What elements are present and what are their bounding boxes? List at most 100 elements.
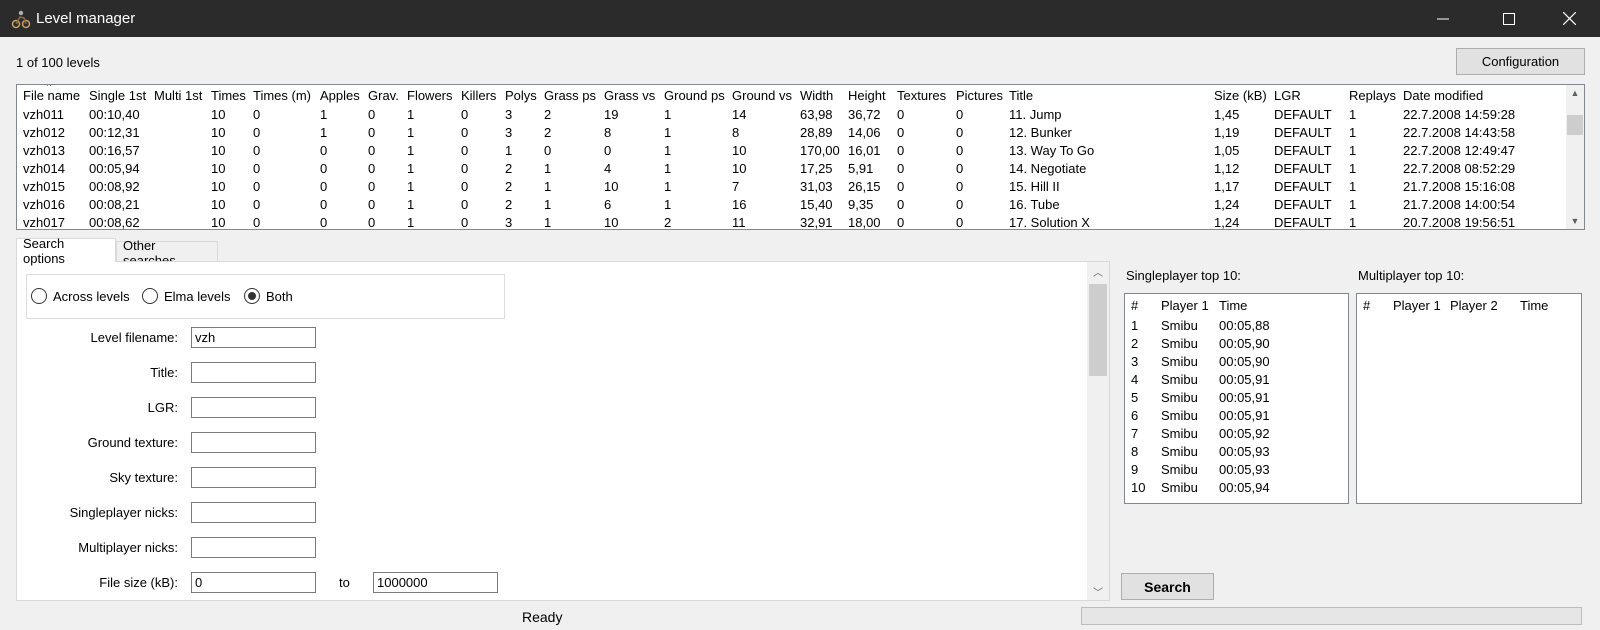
column-header[interactable]: Grass ps xyxy=(544,88,596,103)
radio-elma-levels[interactable]: Elma levels xyxy=(142,288,230,304)
ground-texture-input[interactable] xyxy=(191,432,316,453)
column-header[interactable]: Date modified xyxy=(1403,88,1483,103)
column-header[interactable]: Replays xyxy=(1349,88,1396,103)
table-cell: 22.7.2008 14:43:58 xyxy=(1403,125,1516,140)
table-row[interactable]: vzh012 00:12,31 10 0 1 0 1 0 3 2 8 1 8 28,89 14,06 0 0 12… xyxy=(17,123,1562,141)
list-column-header[interactable]: Time xyxy=(1520,298,1548,313)
list-column-header[interactable]: Player 2 xyxy=(1450,298,1498,313)
table-row[interactable]: vzh013 00:16,57 10 0 0 0 1 0 1 0 0 1 10 170,00 16,01 0 0… xyxy=(17,141,1562,159)
table-row[interactable]: vzh015 00:08,92 10 0 0 0 1 0 2 1 10 1 7 31,03 26,15 0 0 1… xyxy=(17,177,1562,195)
column-header[interactable]: Ground ps xyxy=(664,88,725,103)
list-column-header[interactable]: # xyxy=(1363,298,1370,313)
level-source-radio-group: Across levels Elma levels Both xyxy=(26,274,505,319)
column-header[interactable]: Apples xyxy=(320,88,360,103)
list-item[interactable]: 8 Smibu 00:05,93 xyxy=(1125,442,1348,460)
lgr-input[interactable] xyxy=(191,397,316,418)
column-header[interactable]: Times xyxy=(211,88,246,103)
column-header[interactable]: LGR xyxy=(1274,88,1301,103)
minimize-icon xyxy=(1437,18,1449,19)
sky-texture-input[interactable] xyxy=(191,467,316,488)
list-item[interactable]: 2 Smibu 00:05,90 xyxy=(1125,334,1348,352)
table-cell: 1,12 xyxy=(1214,161,1240,176)
panel-scroll-thumb[interactable] xyxy=(1089,284,1107,376)
table-cell: 20.7.2008 19:56:51 xyxy=(1403,215,1516,230)
status-text: Ready xyxy=(522,609,563,625)
table-cell: 1 xyxy=(664,161,672,176)
singleplayer-top10-list[interactable]: # Player 1 Time 1 Smibu 00:05,88 2 Smibu 00:05,9… xyxy=(1124,293,1349,504)
column-header[interactable]: Title xyxy=(1009,88,1033,103)
scroll-up-icon[interactable]: ▲ xyxy=(1566,85,1584,101)
file-size-from-input[interactable] xyxy=(191,572,316,593)
list-cell: 1 xyxy=(1131,318,1139,333)
multiplayer-top10-list[interactable]: # Player 1 Player 2 Time xyxy=(1356,293,1582,504)
column-header[interactable]: Pictures xyxy=(956,88,1003,103)
table-cell: 14 xyxy=(732,107,747,122)
tab-other-searches[interactable]: Other searches xyxy=(116,238,218,268)
panel-scrollbar[interactable]: ︿ ﹀ xyxy=(1087,262,1109,600)
list-item[interactable]: 5 Smibu 00:05,91 xyxy=(1125,388,1348,406)
column-header[interactable]: Single 1st xyxy=(89,88,146,103)
radio-both[interactable]: Both xyxy=(244,288,293,304)
list-cell: 7 xyxy=(1131,426,1139,441)
radio-across-levels[interactable]: Across levels xyxy=(31,288,130,304)
list-column-header[interactable]: Time xyxy=(1219,298,1247,313)
table-cell: 0 xyxy=(461,143,469,158)
list-cell: Smibu xyxy=(1161,318,1198,333)
column-header[interactable]: Polys xyxy=(505,88,537,103)
table-cell: vzh015 xyxy=(23,179,65,194)
configuration-button[interactable]: Configuration xyxy=(1456,48,1585,75)
list-column-header[interactable]: Player 1 xyxy=(1393,298,1441,313)
column-header[interactable]: Grass vs xyxy=(604,88,655,103)
table-cell: 1,05 xyxy=(1214,143,1240,158)
column-header[interactable]: Times (m) xyxy=(253,88,311,103)
grid-scroll-thumb[interactable] xyxy=(1567,115,1583,135)
column-header[interactable]: Textures xyxy=(897,88,946,103)
table-cell: 28,89 xyxy=(800,125,833,140)
list-item[interactable]: 9 Smibu 00:05,93 xyxy=(1125,460,1348,478)
scroll-up-icon[interactable]: ︿ xyxy=(1087,262,1109,280)
table-row[interactable]: vzh017 00:08,62 10 0 0 0 1 0 3 1 10 2 11 32,91 18,00 0 0… xyxy=(17,213,1562,230)
list-column-header[interactable]: Player 1 xyxy=(1161,298,1209,313)
maximize-button[interactable] xyxy=(1480,0,1538,37)
levels-grid[interactable]: File name Single 1st Multi 1st Times Times (… xyxy=(16,84,1585,230)
table-row[interactable]: vzh016 00:08,21 10 0 0 0 1 0 2 1 6 1 16 15,40 9,35 0 0 16… xyxy=(17,195,1562,213)
list-item[interactable]: 7 Smibu 00:05,92 xyxy=(1125,424,1348,442)
list-item[interactable]: 3 Smibu 00:05,90 xyxy=(1125,352,1348,370)
list-item[interactable]: 10 Smibu 00:05,94 xyxy=(1125,478,1348,496)
singleplayer-nicks-input[interactable] xyxy=(191,502,316,523)
column-header[interactable]: Killers xyxy=(461,88,496,103)
column-header[interactable]: Size (kB) xyxy=(1214,88,1267,103)
file-size-to-input[interactable] xyxy=(373,572,498,593)
column-header[interactable]: Height xyxy=(848,88,886,103)
list-item[interactable]: 4 Smibu 00:05,91 xyxy=(1125,370,1348,388)
close-button[interactable] xyxy=(1540,0,1598,37)
list-item[interactable]: 6 Smibu 00:05,91 xyxy=(1125,406,1348,424)
table-row[interactable]: vzh011 00:10,40 10 0 1 0 1 0 3 2 19 1 14 63,98 36,72 0 0… xyxy=(17,105,1562,123)
table-row[interactable]: vzh014 00:05,94 10 0 0 0 1 0 2 1 4 1 10 17,25 5,91 0 0 14… xyxy=(17,159,1562,177)
minimize-button[interactable] xyxy=(1414,0,1472,37)
column-header[interactable]: Width xyxy=(800,88,833,103)
column-header[interactable]: Flowers xyxy=(407,88,453,103)
table-cell: vzh014 xyxy=(23,161,65,176)
table-cell: 1 xyxy=(505,143,513,158)
table-cell: 1 xyxy=(1349,143,1357,158)
tab-search-options[interactable]: Search options xyxy=(16,236,116,266)
list-cell: Smibu xyxy=(1161,408,1198,423)
table-cell: 00:08,62 xyxy=(89,215,140,230)
level-filename-input[interactable] xyxy=(191,327,316,348)
scroll-down-icon[interactable]: ▼ xyxy=(1566,213,1584,229)
list-item[interactable]: 1 Smibu 00:05,88 xyxy=(1125,316,1348,334)
title-input[interactable] xyxy=(191,362,316,383)
list-cell: 00:05,92 xyxy=(1219,426,1270,441)
table-cell: 8 xyxy=(732,125,740,140)
column-header[interactable]: Multi 1st xyxy=(154,88,202,103)
grid-scrollbar[interactable]: ▲ ▼ xyxy=(1566,85,1584,229)
column-header[interactable]: Grav. xyxy=(368,88,399,103)
list-column-header[interactable]: # xyxy=(1131,298,1138,313)
column-header[interactable]: File name xyxy=(23,88,80,103)
column-header[interactable]: Ground vs xyxy=(732,88,792,103)
search-button[interactable]: Search xyxy=(1121,573,1214,600)
multiplayer-nicks-input[interactable] xyxy=(191,537,316,558)
table-cell: 0 xyxy=(956,143,964,158)
scroll-down-icon[interactable]: ﹀ xyxy=(1087,582,1109,600)
